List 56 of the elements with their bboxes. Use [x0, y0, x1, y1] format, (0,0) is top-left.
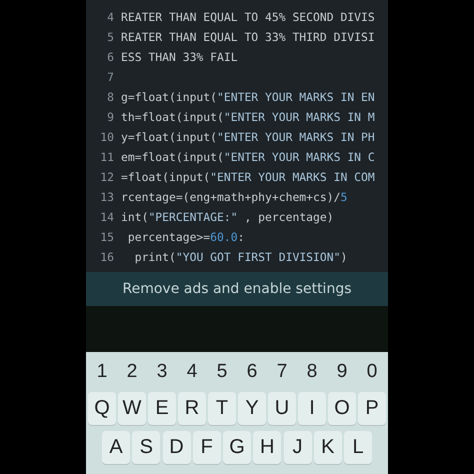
keyboard-key[interactable]: D — [162, 431, 190, 464]
code-line: REATER THAN EQUAL TO 33% THIRD DIVISI — [121, 30, 375, 44]
code-line: rcentage=(eng+math+phy+chem+cs)/5 — [121, 190, 348, 204]
keyboard-key[interactable]: I — [298, 392, 326, 425]
keyboard-key[interactable]: J — [284, 431, 312, 464]
code-editor[interactable] — [86, 0, 388, 272]
code-line: REATER THAN EQUAL TO 45% SECOND DIVIS — [121, 10, 375, 24]
line-number: 11 — [99, 150, 114, 164]
code-line: percentage>=60.0: — [126, 230, 244, 244]
line-number: 15 — [99, 230, 114, 244]
keyboard-key[interactable]: O — [328, 392, 356, 425]
code-line: th=float(input("ENTER YOUR MARKS IN M — [121, 110, 375, 124]
keyboard-key[interactable]: U — [268, 392, 296, 425]
keyboard-key[interactable]: W — [118, 392, 146, 425]
code-line: em=float(input("ENTER YOUR MARKS IN C — [121, 150, 375, 164]
keyboard-key[interactable]: 0 — [358, 358, 386, 386]
keyboard-key[interactable]: T — [208, 392, 236, 425]
keyboard-key[interactable]: S — [132, 431, 160, 464]
keyboard-key[interactable]: K — [314, 431, 342, 464]
code-line: print("YOU GOT FIRST DIVISION") — [134, 250, 348, 264]
keyboard-key[interactable]: A — [102, 431, 130, 464]
keyboard-key[interactable]: 2 — [118, 358, 146, 386]
keyboard-key[interactable]: Y — [238, 392, 266, 425]
keyboard-key[interactable]: 5 — [208, 358, 236, 386]
keyboard-key[interactable]: 6 — [238, 358, 266, 386]
code-line: y=float(input("ENTER YOUR MARKS IN PH — [121, 130, 375, 144]
line-number: 5 — [106, 30, 114, 44]
line-number: 13 — [99, 190, 114, 204]
keyboard-key[interactable]: E — [148, 392, 176, 425]
keyboard-key[interactable]: 8 — [298, 358, 326, 386]
line-number: 12 — [99, 170, 114, 184]
keyboard-key[interactable]: 3 — [148, 358, 176, 386]
keyboard-key[interactable]: 4 — [178, 358, 206, 386]
keyboard-key[interactable]: 7 — [268, 358, 296, 386]
code-line: ESS THAN 33% FAIL — [121, 50, 238, 64]
keyboard-key[interactable]: P — [358, 392, 386, 425]
keyboard-key[interactable]: F — [192, 431, 221, 464]
keyboard-key[interactable]: R — [178, 392, 206, 425]
keyboard-key[interactable]: L — [344, 431, 372, 464]
code-line: =float(input("ENTER YOUR MARKS IN COM — [121, 170, 375, 184]
line-number: 16 — [99, 250, 114, 264]
line-number: 6 — [106, 50, 114, 64]
keyboard-key[interactable]: G — [223, 431, 251, 464]
keyboard-key[interactable]: 9 — [328, 358, 356, 386]
line-number: 8 — [106, 90, 114, 104]
line-number: 4 — [106, 10, 114, 24]
keyboard-key[interactable]: H — [253, 431, 282, 464]
line-number: 9 — [106, 110, 114, 124]
keyboard-key[interactable]: Q — [88, 392, 116, 425]
keyboard-key[interactable]: 1 — [88, 358, 116, 386]
remove-ads-banner[interactable]: Remove ads and enable settings — [86, 272, 388, 306]
code-line: int("PERCENTAGE:" , percentage) — [121, 210, 334, 224]
line-number: 7 — [106, 70, 114, 84]
code-line: g=float(input("ENTER YOUR MARKS IN EN — [121, 90, 375, 104]
line-number: 14 — [99, 210, 114, 224]
line-number: 10 — [99, 130, 114, 144]
